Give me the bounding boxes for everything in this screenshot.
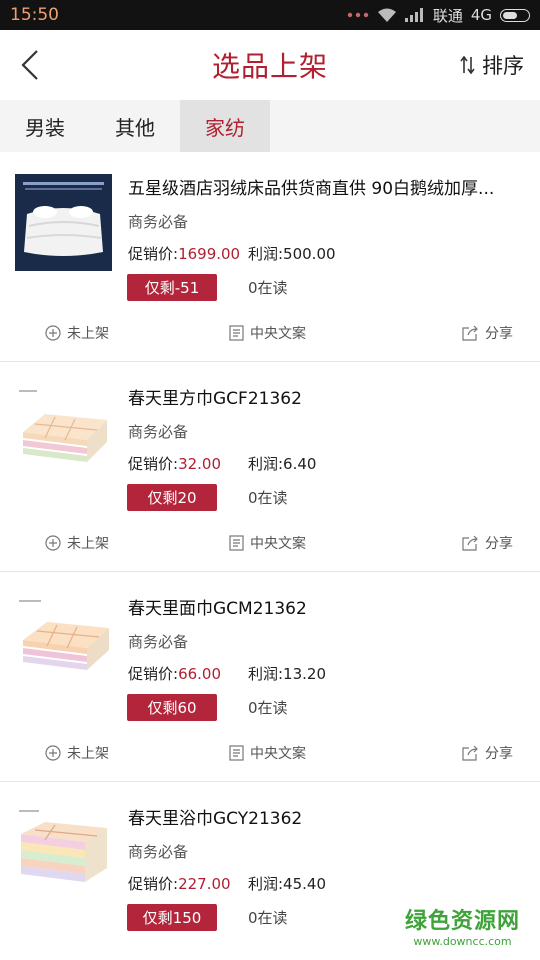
read-count: 0在读 xyxy=(248,489,288,507)
sort-arrows-icon xyxy=(460,55,475,75)
unlisted-button[interactable]: 未上架 xyxy=(45,533,109,553)
product-subtitle: 商务必备 xyxy=(128,633,189,651)
tab-other[interactable]: 其他 xyxy=(90,100,180,152)
share-label: 分享 xyxy=(485,326,513,342)
share-label: 分享 xyxy=(485,536,513,552)
category-tabs: 男装 其他 家纺 xyxy=(0,100,540,152)
signal-icon xyxy=(404,8,425,22)
central-copy-button[interactable]: 中央文案 xyxy=(229,533,306,553)
read-count: 0在读 xyxy=(248,699,288,717)
product-name: 春天里浴巾GCY21362 xyxy=(128,809,303,829)
stock-badge: 仅剩150 xyxy=(127,904,217,931)
document-icon xyxy=(229,325,244,341)
status-time: 15:50 xyxy=(10,5,59,25)
product-thumbnail-towel xyxy=(15,384,112,481)
product-subtitle: 商务必备 xyxy=(128,843,189,861)
unlisted-button[interactable]: 未上架 xyxy=(45,323,109,343)
unlisted-label: 未上架 xyxy=(67,746,109,762)
central-copy-label: 中央文案 xyxy=(250,326,306,342)
promo-price: 32.00 xyxy=(178,455,222,473)
tab-home-textiles[interactable]: 家纺 xyxy=(180,100,270,152)
product-item[interactable]: 春天里面巾GCM21362 商务必备 促销价:66.00 利润:13.20 仅剩… xyxy=(0,572,540,782)
plus-circle-icon xyxy=(45,535,61,551)
central-copy-button[interactable]: 中央文案 xyxy=(229,323,306,343)
site-watermark: 绿色资源网 www.downcc.com xyxy=(405,903,520,948)
price-row: 促销价:66.00 利润:13.20 xyxy=(128,663,326,684)
document-icon xyxy=(229,745,244,761)
profit-value: 利润:13.20 xyxy=(248,665,326,683)
product-subtitle: 商务必备 xyxy=(128,423,189,441)
central-copy-button[interactable]: 中央文案 xyxy=(229,743,306,763)
carrier-label: 联通 xyxy=(432,6,463,25)
document-icon xyxy=(229,535,244,551)
product-item[interactable]: 五星级酒店羽绒床品供货商直供 90白鹅绒加厚... 商务必备 促销价:1699.… xyxy=(0,152,540,362)
unlisted-button[interactable]: 未上架 xyxy=(45,743,109,763)
share-icon xyxy=(462,745,478,761)
watermark-url: www.downcc.com xyxy=(413,935,512,948)
tab-label: 男装 xyxy=(25,115,65,140)
promo-label: 促销价: xyxy=(128,245,179,263)
sort-button[interactable]: 排序 xyxy=(460,50,524,80)
product-subtitle: 商务必备 xyxy=(128,213,189,231)
share-button[interactable]: 分享 xyxy=(462,743,513,763)
battery-icon xyxy=(500,8,530,22)
back-button[interactable] xyxy=(0,30,60,100)
tab-label: 其他 xyxy=(115,115,155,140)
page-title: 选品上架 xyxy=(211,50,328,83)
profit-value: 利润:6.40 xyxy=(248,455,317,473)
chevron-left-icon xyxy=(21,50,38,80)
share-label: 分享 xyxy=(485,746,513,762)
profit-value: 利润:500.00 xyxy=(248,245,336,263)
promo-price: 227.00 xyxy=(178,875,231,893)
read-count: 0在读 xyxy=(248,279,288,297)
stock-badge: 仅剩20 xyxy=(127,484,217,511)
share-button[interactable]: 分享 xyxy=(462,533,513,553)
product-thumbnail-duvet xyxy=(15,174,112,271)
watermark-text: 绿色资源网 xyxy=(404,909,520,934)
share-icon xyxy=(462,535,478,551)
product-name: 春天里面巾GCM21362 xyxy=(128,599,307,619)
tab-label: 家纺 xyxy=(205,115,245,140)
share-icon xyxy=(462,325,478,341)
item-actions: 未上架 中央文案 分享 xyxy=(0,323,540,347)
status-bar: 15:50 联通 4G xyxy=(0,0,540,30)
share-button[interactable]: 分享 xyxy=(462,323,513,343)
app-header: 选品上架 排序 xyxy=(0,30,540,100)
product-list: 五星级酒店羽绒床品供货商直供 90白鹅绒加厚... 商务必备 促销价:1699.… xyxy=(0,152,540,960)
plus-circle-icon xyxy=(45,325,61,341)
promo-label: 促销价: xyxy=(128,875,179,893)
tab-menswear[interactable]: 男装 xyxy=(0,100,90,152)
promo-price: 1699.00 xyxy=(178,245,241,263)
profit-value: 利润:45.40 xyxy=(248,875,326,893)
item-actions: 未上架 中央文案 分享 xyxy=(0,743,540,767)
price-row: 促销价:1699.00 利润:500.00 xyxy=(128,243,336,264)
price-row: 促销价:227.00 利润:45.40 xyxy=(128,873,326,894)
wifi-icon xyxy=(377,7,397,23)
product-thumbnail-towel xyxy=(15,594,112,691)
central-copy-label: 中央文案 xyxy=(250,746,306,762)
product-name: 五星级酒店羽绒床品供货商直供 90白鹅绒加厚... xyxy=(128,179,495,199)
central-copy-label: 中央文案 xyxy=(250,536,306,552)
product-name: 春天里方巾GCF21362 xyxy=(128,389,302,409)
product-item[interactable]: 春天里方巾GCF21362 商务必备 促销价:32.00 利润:6.40 仅剩2… xyxy=(0,362,540,572)
stock-badge: 仅剩-51 xyxy=(127,274,217,301)
network-label: 4G xyxy=(470,6,492,24)
plus-circle-icon xyxy=(45,745,61,761)
promo-label: 促销价: xyxy=(128,455,179,473)
more-dots-icon xyxy=(347,12,369,18)
read-count: 0在读 xyxy=(248,909,288,927)
promo-label: 促销价: xyxy=(128,665,179,683)
stock-badge: 仅剩60 xyxy=(127,694,217,721)
unlisted-label: 未上架 xyxy=(67,536,109,552)
product-thumbnail-towel-stack xyxy=(15,804,112,901)
sort-label: 排序 xyxy=(482,54,524,78)
promo-price: 66.00 xyxy=(178,665,222,683)
price-row: 促销价:32.00 利润:6.40 xyxy=(128,453,316,474)
unlisted-label: 未上架 xyxy=(67,326,109,342)
item-actions: 未上架 中央文案 分享 xyxy=(0,533,540,557)
